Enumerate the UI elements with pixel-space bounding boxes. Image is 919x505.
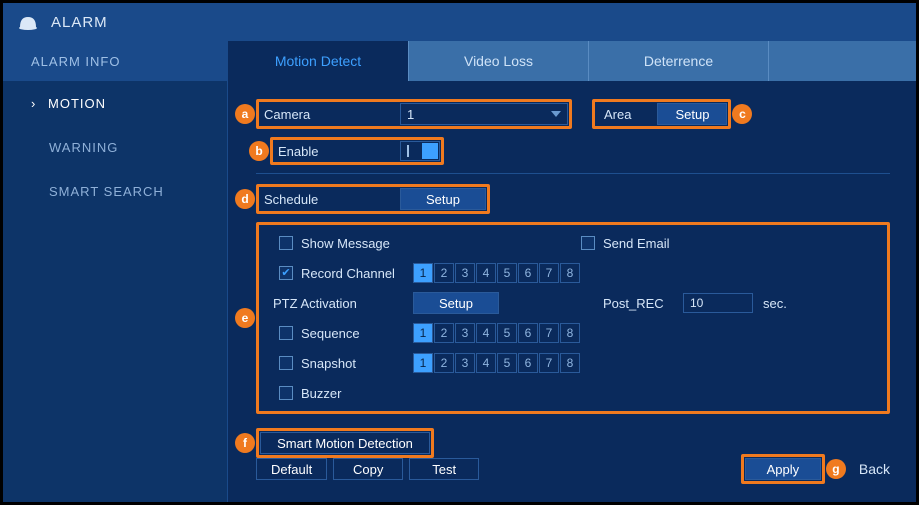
channel-6[interactable]: 6: [518, 263, 538, 283]
sidebar-item-warning[interactable]: WARNING: [3, 125, 227, 169]
callout-e: e: [235, 308, 255, 328]
record-channel-checkbox[interactable]: [279, 266, 293, 280]
callout-c: c: [732, 104, 752, 124]
channel-3[interactable]: 3: [455, 353, 475, 373]
send-email-checkbox[interactable]: [581, 236, 595, 250]
schedule-label: Schedule: [260, 192, 400, 207]
test-button[interactable]: Test: [409, 458, 479, 480]
channel-6[interactable]: 6: [518, 323, 538, 343]
tab-motion-detect[interactable]: Motion Detect: [228, 41, 408, 81]
callout-f: f: [235, 433, 255, 453]
buzzer-label: Buzzer: [301, 386, 341, 401]
area-setup-button[interactable]: Setup: [657, 103, 727, 125]
enable-toggle[interactable]: [400, 141, 440, 161]
channel-1[interactable]: 1: [413, 263, 433, 283]
postrec-input[interactable]: [683, 293, 753, 313]
channel-1[interactable]: 1: [413, 323, 433, 343]
channel-2[interactable]: 2: [434, 353, 454, 373]
alarm-icon: [17, 12, 39, 32]
channel-8[interactable]: 8: [560, 263, 580, 283]
record-channel-label: Record Channel: [301, 266, 413, 281]
channel-4[interactable]: 4: [476, 353, 496, 373]
area-label: Area: [596, 107, 657, 122]
channel-4[interactable]: 4: [476, 263, 496, 283]
sidebar-item-alarm-info[interactable]: ALARM INFO: [3, 41, 227, 81]
channel-8[interactable]: 8: [560, 353, 580, 373]
channel-7[interactable]: 7: [539, 353, 559, 373]
send-email-label: Send Email: [603, 236, 669, 251]
tab-label: Deterrence: [644, 53, 713, 69]
window-title: ALARM: [51, 14, 108, 31]
channel-3[interactable]: 3: [455, 323, 475, 343]
camera-select[interactable]: 1: [400, 103, 568, 125]
app-window: ALARM ALARM INFO › MOTION WARNING SMART …: [0, 0, 919, 505]
title-bar: ALARM: [3, 3, 916, 41]
footer: Default Copy Test Apply g Back: [256, 454, 890, 484]
tab-bar: Motion Detect Video Loss Deterrence: [228, 41, 916, 81]
channel-7[interactable]: 7: [539, 263, 559, 283]
record-channel-list: 1 2 3 4 5 6 7 8: [413, 263, 580, 283]
main-panel: Motion Detect Video Loss Deterrence a Ca…: [228, 41, 916, 502]
ptz-label: PTZ Activation: [273, 296, 413, 311]
postrec-unit: sec.: [763, 296, 787, 311]
snapshot-channel-list: 1 2 3 4 5 6 7 8: [413, 353, 580, 373]
callout-b: b: [249, 141, 269, 161]
sidebar: ALARM INFO › MOTION WARNING SMART SEARCH: [3, 41, 228, 502]
sidebar-item-label: MOTION: [48, 96, 106, 111]
tab-label: Motion Detect: [275, 53, 361, 69]
chevron-down-icon: [551, 111, 561, 117]
tab-spacer: [768, 41, 916, 81]
divider: [256, 173, 890, 174]
callout-g: g: [826, 459, 846, 479]
camera-value: 1: [407, 107, 414, 122]
channel-2[interactable]: 2: [434, 263, 454, 283]
channel-1[interactable]: 1: [413, 353, 433, 373]
apply-button[interactable]: Apply: [745, 458, 821, 480]
channel-5[interactable]: 5: [497, 263, 517, 283]
callout-d: d: [235, 189, 255, 209]
schedule-setup-button[interactable]: Setup: [400, 188, 486, 210]
tab-video-loss[interactable]: Video Loss: [408, 41, 588, 81]
buzzer-checkbox[interactable]: [279, 386, 293, 400]
sidebar-item-label: SMART SEARCH: [49, 184, 164, 199]
sidebar-item-motion[interactable]: › MOTION: [3, 81, 227, 125]
sequence-channel-list: 1 2 3 4 5 6 7 8: [413, 323, 580, 343]
ptz-setup-button[interactable]: Setup: [413, 292, 499, 314]
sequence-label: Sequence: [301, 326, 413, 341]
enable-label: Enable: [274, 144, 400, 159]
callout-a: a: [235, 104, 255, 124]
channel-2[interactable]: 2: [434, 323, 454, 343]
channel-7[interactable]: 7: [539, 323, 559, 343]
snapshot-label: Snapshot: [301, 356, 413, 371]
postrec-label: Post_REC: [603, 296, 683, 311]
tab-label: Video Loss: [464, 53, 533, 69]
channel-6[interactable]: 6: [518, 353, 538, 373]
channel-3[interactable]: 3: [455, 263, 475, 283]
tab-deterrence[interactable]: Deterrence: [588, 41, 768, 81]
sidebar-item-smart-search[interactable]: SMART SEARCH: [3, 169, 227, 213]
default-button[interactable]: Default: [256, 458, 327, 480]
show-message-checkbox[interactable]: [279, 236, 293, 250]
show-message-label: Show Message: [301, 236, 581, 251]
channel-8[interactable]: 8: [560, 323, 580, 343]
smart-motion-detection-button[interactable]: Smart Motion Detection: [260, 432, 430, 454]
channel-5[interactable]: 5: [497, 353, 517, 373]
channel-5[interactable]: 5: [497, 323, 517, 343]
sidebar-item-label: WARNING: [49, 140, 118, 155]
back-button[interactable]: Back: [859, 461, 890, 477]
snapshot-checkbox[interactable]: [279, 356, 293, 370]
copy-button[interactable]: Copy: [333, 458, 403, 480]
camera-label: Camera: [260, 107, 400, 122]
sequence-checkbox[interactable]: [279, 326, 293, 340]
chevron-right-icon: ›: [31, 96, 46, 111]
channel-4[interactable]: 4: [476, 323, 496, 343]
